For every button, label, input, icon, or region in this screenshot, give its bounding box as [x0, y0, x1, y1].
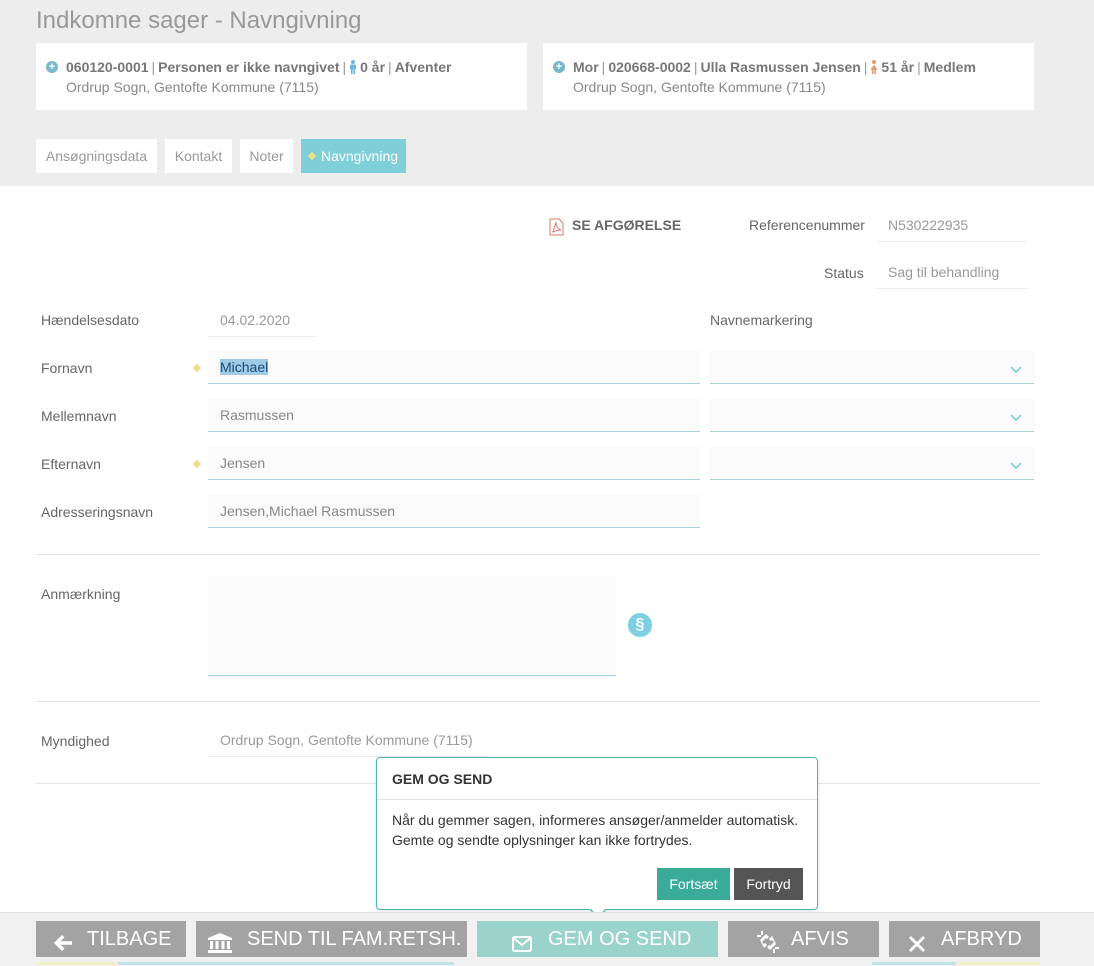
male-icon: [349, 60, 357, 77]
person-cpr: 060120-0001: [66, 59, 149, 75]
first-name-value: Michael: [220, 359, 269, 375]
person-summary: Mor | 020668-0002 | Ulla Rasmussen Jensen | 51…: [573, 59, 976, 77]
female-icon: [870, 60, 878, 77]
reference-value: N530222935: [876, 208, 1028, 242]
back-label: TILBAGE: [87, 928, 172, 950]
reject-button[interactable]: AFVIS: [728, 921, 879, 957]
address-name-input[interactable]: Jensen,Michael Rasmussen: [208, 495, 700, 528]
middle-name-label: Mellemnavn: [41, 408, 117, 424]
tab-ansoegningsdata[interactable]: Ansøgningsdata: [36, 139, 157, 173]
tab-label: Noter: [249, 148, 284, 164]
popup-line-1: Når du gemmer sagen, informeres ansøger/…: [392, 812, 799, 828]
last-name-input[interactable]: Jensen: [208, 447, 700, 480]
event-date-value: 04.02.2020: [208, 304, 316, 337]
send-to-family-court-label: SEND TIL FAM.RETSH.: [247, 928, 462, 950]
save-and-send-button[interactable]: GEM OG SEND: [477, 921, 718, 957]
back-button[interactable]: TILBAGE: [36, 921, 186, 957]
divider: [36, 554, 1040, 555]
chevron-down-icon: [1010, 457, 1022, 475]
person-relation: Mor: [573, 59, 599, 75]
person-summary: 060120-0001 | Personen er ikke navngivet | 0…: [66, 59, 452, 77]
last-name-marking-select[interactable]: [710, 447, 1034, 480]
reference-label: Referencenummer: [749, 217, 865, 233]
tab-kontakt[interactable]: Kontakt: [165, 139, 232, 173]
person-cpr: 020668-0002: [608, 59, 691, 75]
continue-button[interactable]: Fortsæt: [657, 868, 730, 900]
expand-plus-icon[interactable]: +: [46, 61, 58, 73]
person-location: Ordrup Sogn, Gentofte Kommune (7115): [573, 79, 826, 95]
chevron-down-icon: [1010, 409, 1022, 427]
close-icon: [908, 929, 926, 965]
person-name: Ulla Rasmussen Jensen: [700, 59, 861, 75]
paragraph-icon[interactable]: §: [628, 613, 652, 637]
pdf-icon[interactable]: [548, 218, 564, 241]
person-status: Medlem: [923, 59, 976, 75]
popup-line-2: Gemte og sendte oplysninger kan ikke for…: [392, 832, 693, 848]
last-name-label: Efternavn: [41, 456, 101, 472]
status-value: Sag til behandling: [876, 256, 1028, 289]
first-name-label: Fornavn: [41, 360, 93, 376]
divider: [36, 701, 1040, 702]
tab-label: Navngivning: [320, 148, 399, 164]
required-diamond-icon: [307, 151, 317, 161]
page-title: Indkomne sager - Navngivning: [36, 7, 362, 34]
expand-plus-icon[interactable]: +: [553, 61, 565, 73]
authority-value: Ordrup Sogn, Gentofte Kommune (7115): [208, 724, 488, 757]
person-name: Personen er ikke navngivet: [158, 59, 340, 75]
person-age: 0 år: [360, 59, 386, 75]
person-card-child[interactable]: + 060120-0001 | Personen er ikke navngivet…: [36, 43, 527, 110]
event-date-label: Hændelsesdato: [41, 312, 140, 328]
save-send-confirm-popup: GEM OG SEND Når du gemmer sagen, informe…: [376, 757, 818, 910]
send-to-family-court-button[interactable]: SEND TIL FAM.RETSH.: [196, 921, 467, 957]
cancel-button[interactable]: Fortryd: [734, 868, 803, 900]
broken-link-icon: [757, 929, 779, 965]
remark-textarea[interactable]: [208, 576, 616, 676]
tab-noter[interactable]: Noter: [240, 139, 293, 173]
envelope-icon: [512, 929, 532, 965]
popup-message: Når du gemmer sagen, informeres ansøger/…: [392, 810, 798, 850]
see-decision-link[interactable]: SE AFGØRELSE: [572, 217, 681, 233]
middle-name-marking-select[interactable]: [710, 399, 1034, 432]
tab-label: Kontakt: [174, 148, 223, 164]
required-diamond-icon: [192, 363, 202, 373]
tab-navngivning[interactable]: Navngivning: [301, 139, 406, 173]
first-name-input[interactable]: Michael: [208, 351, 700, 384]
person-location: Ordrup Sogn, Gentofte Kommune (7115): [66, 79, 319, 95]
save-and-send-label: GEM OG SEND: [548, 928, 692, 950]
first-name-marking-select[interactable]: [710, 351, 1034, 384]
popup-title: GEM OG SEND: [392, 771, 493, 787]
required-diamond-icon: [192, 459, 202, 469]
popup-divider: [377, 799, 817, 800]
reject-label: AFVIS: [791, 928, 849, 950]
chevron-down-icon: [1010, 361, 1022, 379]
person-card-mother[interactable]: + Mor | 020668-0002 | Ulla Rasmussen Jensen |…: [543, 43, 1034, 110]
abort-label: AFBRYD: [941, 928, 1022, 950]
status-label: Status: [824, 265, 864, 281]
person-age: 51 år: [881, 59, 915, 75]
address-name-label: Adresseringsnavn: [41, 504, 154, 520]
person-status: Afventer: [394, 59, 452, 75]
middle-name-input[interactable]: Rasmussen: [208, 399, 700, 432]
arrow-left-icon: [53, 929, 73, 965]
remark-label: Anmærkning: [41, 586, 121, 602]
bank-icon: [208, 929, 232, 965]
name-marking-label: Navnemarkering: [710, 312, 813, 328]
abort-button[interactable]: AFBRYD: [889, 921, 1040, 957]
tab-label: Ansøgningsdata: [45, 148, 148, 164]
authority-label: Myndighed: [41, 733, 110, 749]
